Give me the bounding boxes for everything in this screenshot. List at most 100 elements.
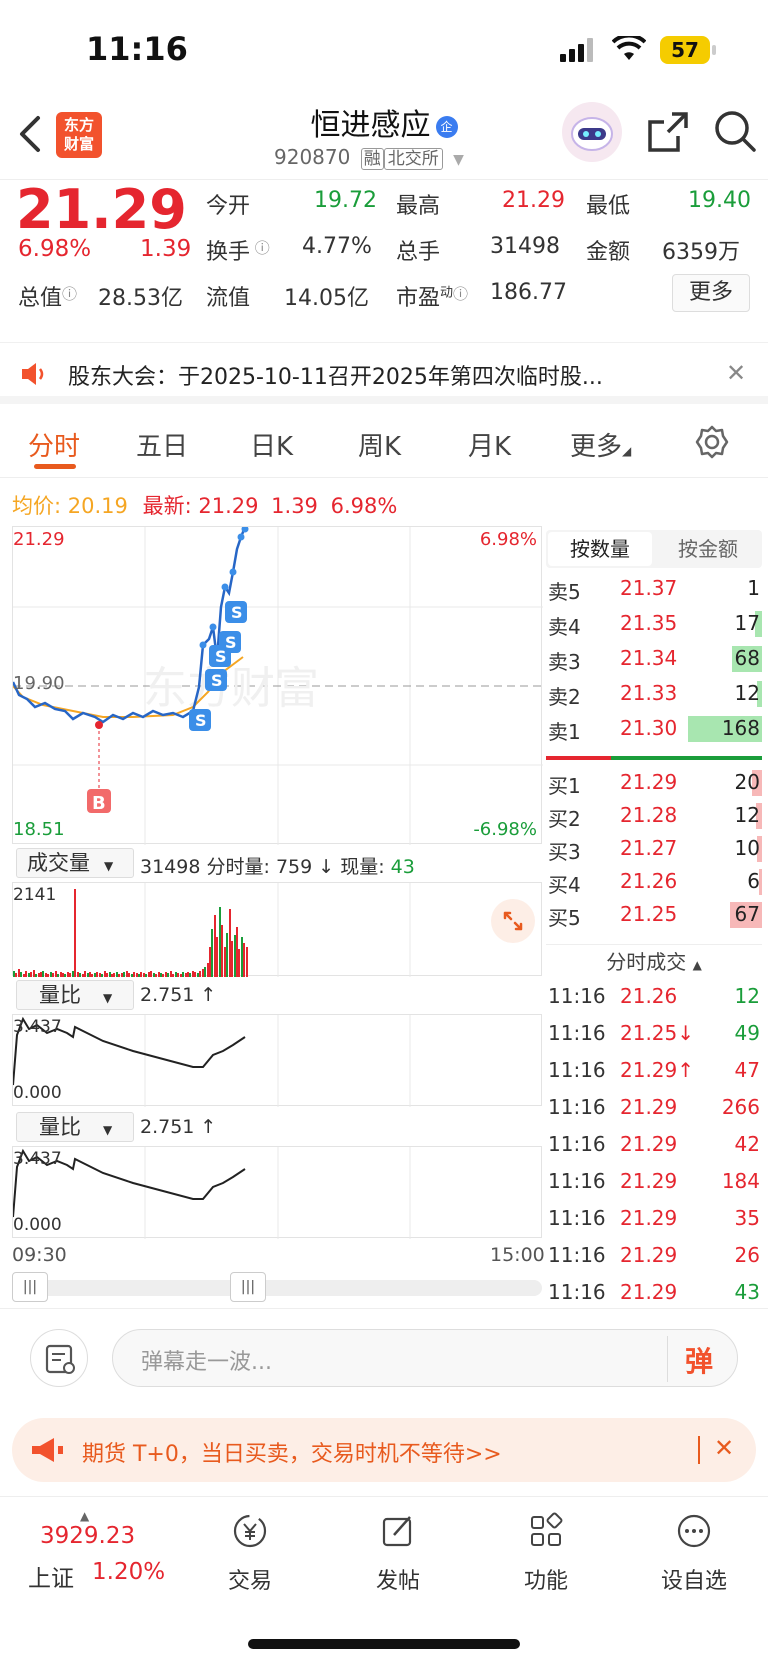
- time-start: 09:30: [12, 1244, 67, 1266]
- mktcap-label[interactable]: 总值ⓘ: [18, 280, 77, 312]
- tick-row: 11:16 21.29 35: [548, 1200, 762, 1237]
- index-ticker[interactable]: ▲ 3929.23 上证 1.20%: [20, 1509, 180, 1603]
- volume-detail: 分时量: 759 ↓ 现量:: [206, 856, 391, 878]
- turnover-label[interactable]: 换手 ⓘ: [206, 234, 270, 266]
- time-end: 15:00: [490, 1244, 545, 1266]
- tick-row: 11:16 21.25↓ 49: [548, 1015, 762, 1052]
- volume-selector-label: 成交量: [27, 851, 90, 875]
- range-handle-left[interactable]: |||: [12, 1272, 48, 1302]
- nav-add-watchlist[interactable]: 设自选: [634, 1511, 754, 1595]
- ask-row[interactable]: 卖2 21.33 12: [548, 677, 762, 711]
- tab-five-day[interactable]: 五日: [136, 426, 188, 463]
- danmu-button[interactable]: 弹: [685, 1340, 713, 1380]
- tab-daily-k[interactable]: 日K: [250, 426, 293, 463]
- mktcap-value: 28.53亿: [98, 286, 183, 311]
- latest-label: 最新:: [142, 494, 192, 518]
- ask-qty: 17: [734, 611, 760, 635]
- robot-assistant-icon[interactable]: [562, 102, 622, 162]
- ad-text: 期货 T+0，当日买卖，交易时机不等待>>: [82, 1442, 502, 1467]
- caret-up-icon: ▲: [692, 958, 702, 972]
- range-handle-right[interactable]: |||: [230, 1272, 266, 1302]
- tab-monthly-k[interactable]: 月K: [468, 426, 511, 463]
- pe-superscript: 动: [440, 285, 454, 301]
- chevron-down-icon: ▼: [453, 152, 464, 168]
- amount-value: 6359万: [662, 240, 740, 265]
- notice-banner[interactable]: 股东大会：于2025-10-11召开2025年第四次临时股... ✕: [0, 342, 768, 404]
- tick-price: 21.26: [620, 984, 678, 1008]
- speaker-icon: [20, 361, 50, 387]
- bid-row[interactable]: 买3 21.27 10: [548, 832, 762, 866]
- bid-row[interactable]: 买4 21.26 6: [548, 865, 762, 899]
- home-indicator: [248, 1639, 520, 1649]
- bid-qty: 67: [734, 902, 760, 926]
- search-icon[interactable]: [712, 108, 758, 154]
- ad-banner[interactable]: 期货 T+0，当日买卖，交易时机不等待>> ✕: [12, 1418, 756, 1482]
- volume-selector[interactable]: 成交量 ▼: [16, 848, 134, 878]
- ratio-chart-1[interactable]: 3.437 0.000: [12, 1014, 542, 1107]
- settings-gear-icon[interactable]: [694, 424, 730, 460]
- bid-price: 21.25: [620, 902, 678, 926]
- sell-marker: S: [211, 671, 223, 690]
- share-icon[interactable]: [646, 110, 690, 154]
- ticks-header[interactable]: 分时成交 ▲: [546, 944, 762, 978]
- bid-qty: 10: [734, 836, 760, 860]
- danmu-input[interactable]: 弹幕走一波... 弹: [112, 1329, 738, 1387]
- nav-functions[interactable]: 功能: [486, 1511, 606, 1595]
- bid-row[interactable]: 买5 21.25 67: [548, 898, 762, 932]
- bid-row[interactable]: 买1 21.29 20: [548, 766, 762, 800]
- ask-row[interactable]: 卖5 21.37 1: [548, 572, 762, 606]
- tab-by-amount[interactable]: 按金额: [656, 532, 760, 566]
- bottom-nav: ▲ 3929.23 上证 1.20% 交易 发帖 功能 设自选: [0, 1496, 768, 1663]
- open-label: 今开: [206, 194, 251, 219]
- bid-qty: 20: [734, 770, 760, 794]
- info-icon: ⓘ: [453, 285, 469, 303]
- tab-weekly-k[interactable]: 周K: [358, 426, 401, 463]
- info-icon: ⓘ: [250, 239, 270, 257]
- volume-chart[interactable]: 2141: [12, 882, 543, 977]
- intraday-info: 均价: 20.19 最新: 21.29 1.39 6.98%: [12, 490, 397, 520]
- tab-by-quantity[interactable]: 按数量: [548, 532, 652, 566]
- tab-intraday[interactable]: 分时: [28, 426, 80, 463]
- index-value: 3929.23: [40, 1523, 136, 1549]
- ask-row[interactable]: 卖1 21.30 168: [548, 712, 762, 746]
- bid-row[interactable]: 买2 21.28 12: [548, 799, 762, 833]
- ratio-selector[interactable]: 量比 ▼: [16, 980, 134, 1010]
- amount-label: 金额: [586, 240, 631, 265]
- bid-price: 21.26: [620, 869, 678, 893]
- pe-label[interactable]: 市盈动ⓘ: [396, 280, 468, 312]
- tick-row: 11:16 21.29 266: [548, 1089, 762, 1126]
- tab-active-indicator: [34, 464, 76, 469]
- comments-list-icon[interactable]: [30, 1329, 88, 1387]
- ask-row[interactable]: 卖4 21.35 17: [548, 607, 762, 641]
- stock-subtitle[interactable]: 920870 融北交所 ▼: [274, 144, 464, 170]
- ask-label: 卖3: [548, 650, 581, 674]
- expand-icon[interactable]: [491, 899, 535, 943]
- exchange-tag: 北交所: [383, 148, 443, 170]
- comment-bar: 弹幕走一波... 弹: [0, 1308, 768, 1400]
- nav-trade[interactable]: 交易: [190, 1511, 310, 1595]
- low-label: 最低: [586, 194, 631, 219]
- volume-label: 总手: [396, 240, 441, 265]
- nav-post[interactable]: 发帖: [338, 1511, 458, 1595]
- close-icon[interactable]: ✕: [726, 359, 746, 387]
- ask-qty: 68: [734, 646, 760, 670]
- ratio-line-2: [13, 1147, 411, 1239]
- ask-row[interactable]: 卖3 21.34 68: [548, 642, 762, 676]
- tick-price: 21.25↓: [620, 1021, 695, 1045]
- price-chart[interactable]: 东方财富 B SSSSS 21.29 19.90 18.51 6.98% -6.…: [12, 526, 543, 845]
- ask-price: 21.33: [620, 681, 678, 705]
- range-scrollbar[interactable]: ||| |||: [12, 1272, 542, 1302]
- more-button[interactable]: 更多: [672, 274, 750, 312]
- bid-price: 21.28: [620, 803, 678, 827]
- close-icon[interactable]: ✕: [714, 1434, 734, 1462]
- bid-qty: 6: [747, 869, 760, 893]
- stock-name: 恒进感应: [310, 108, 431, 143]
- ratio-chart-2[interactable]: 3.437 0.000: [12, 1146, 542, 1239]
- volume-bars: [13, 883, 543, 977]
- ratio-selector[interactable]: 量比 ▼: [16, 1112, 134, 1142]
- book-divider: [546, 756, 762, 760]
- tick-qty: 266: [721, 1095, 760, 1119]
- megaphone-icon: [30, 1436, 66, 1464]
- tick-time: 11:16: [548, 1021, 606, 1045]
- tab-more[interactable]: 更多◢: [570, 426, 631, 463]
